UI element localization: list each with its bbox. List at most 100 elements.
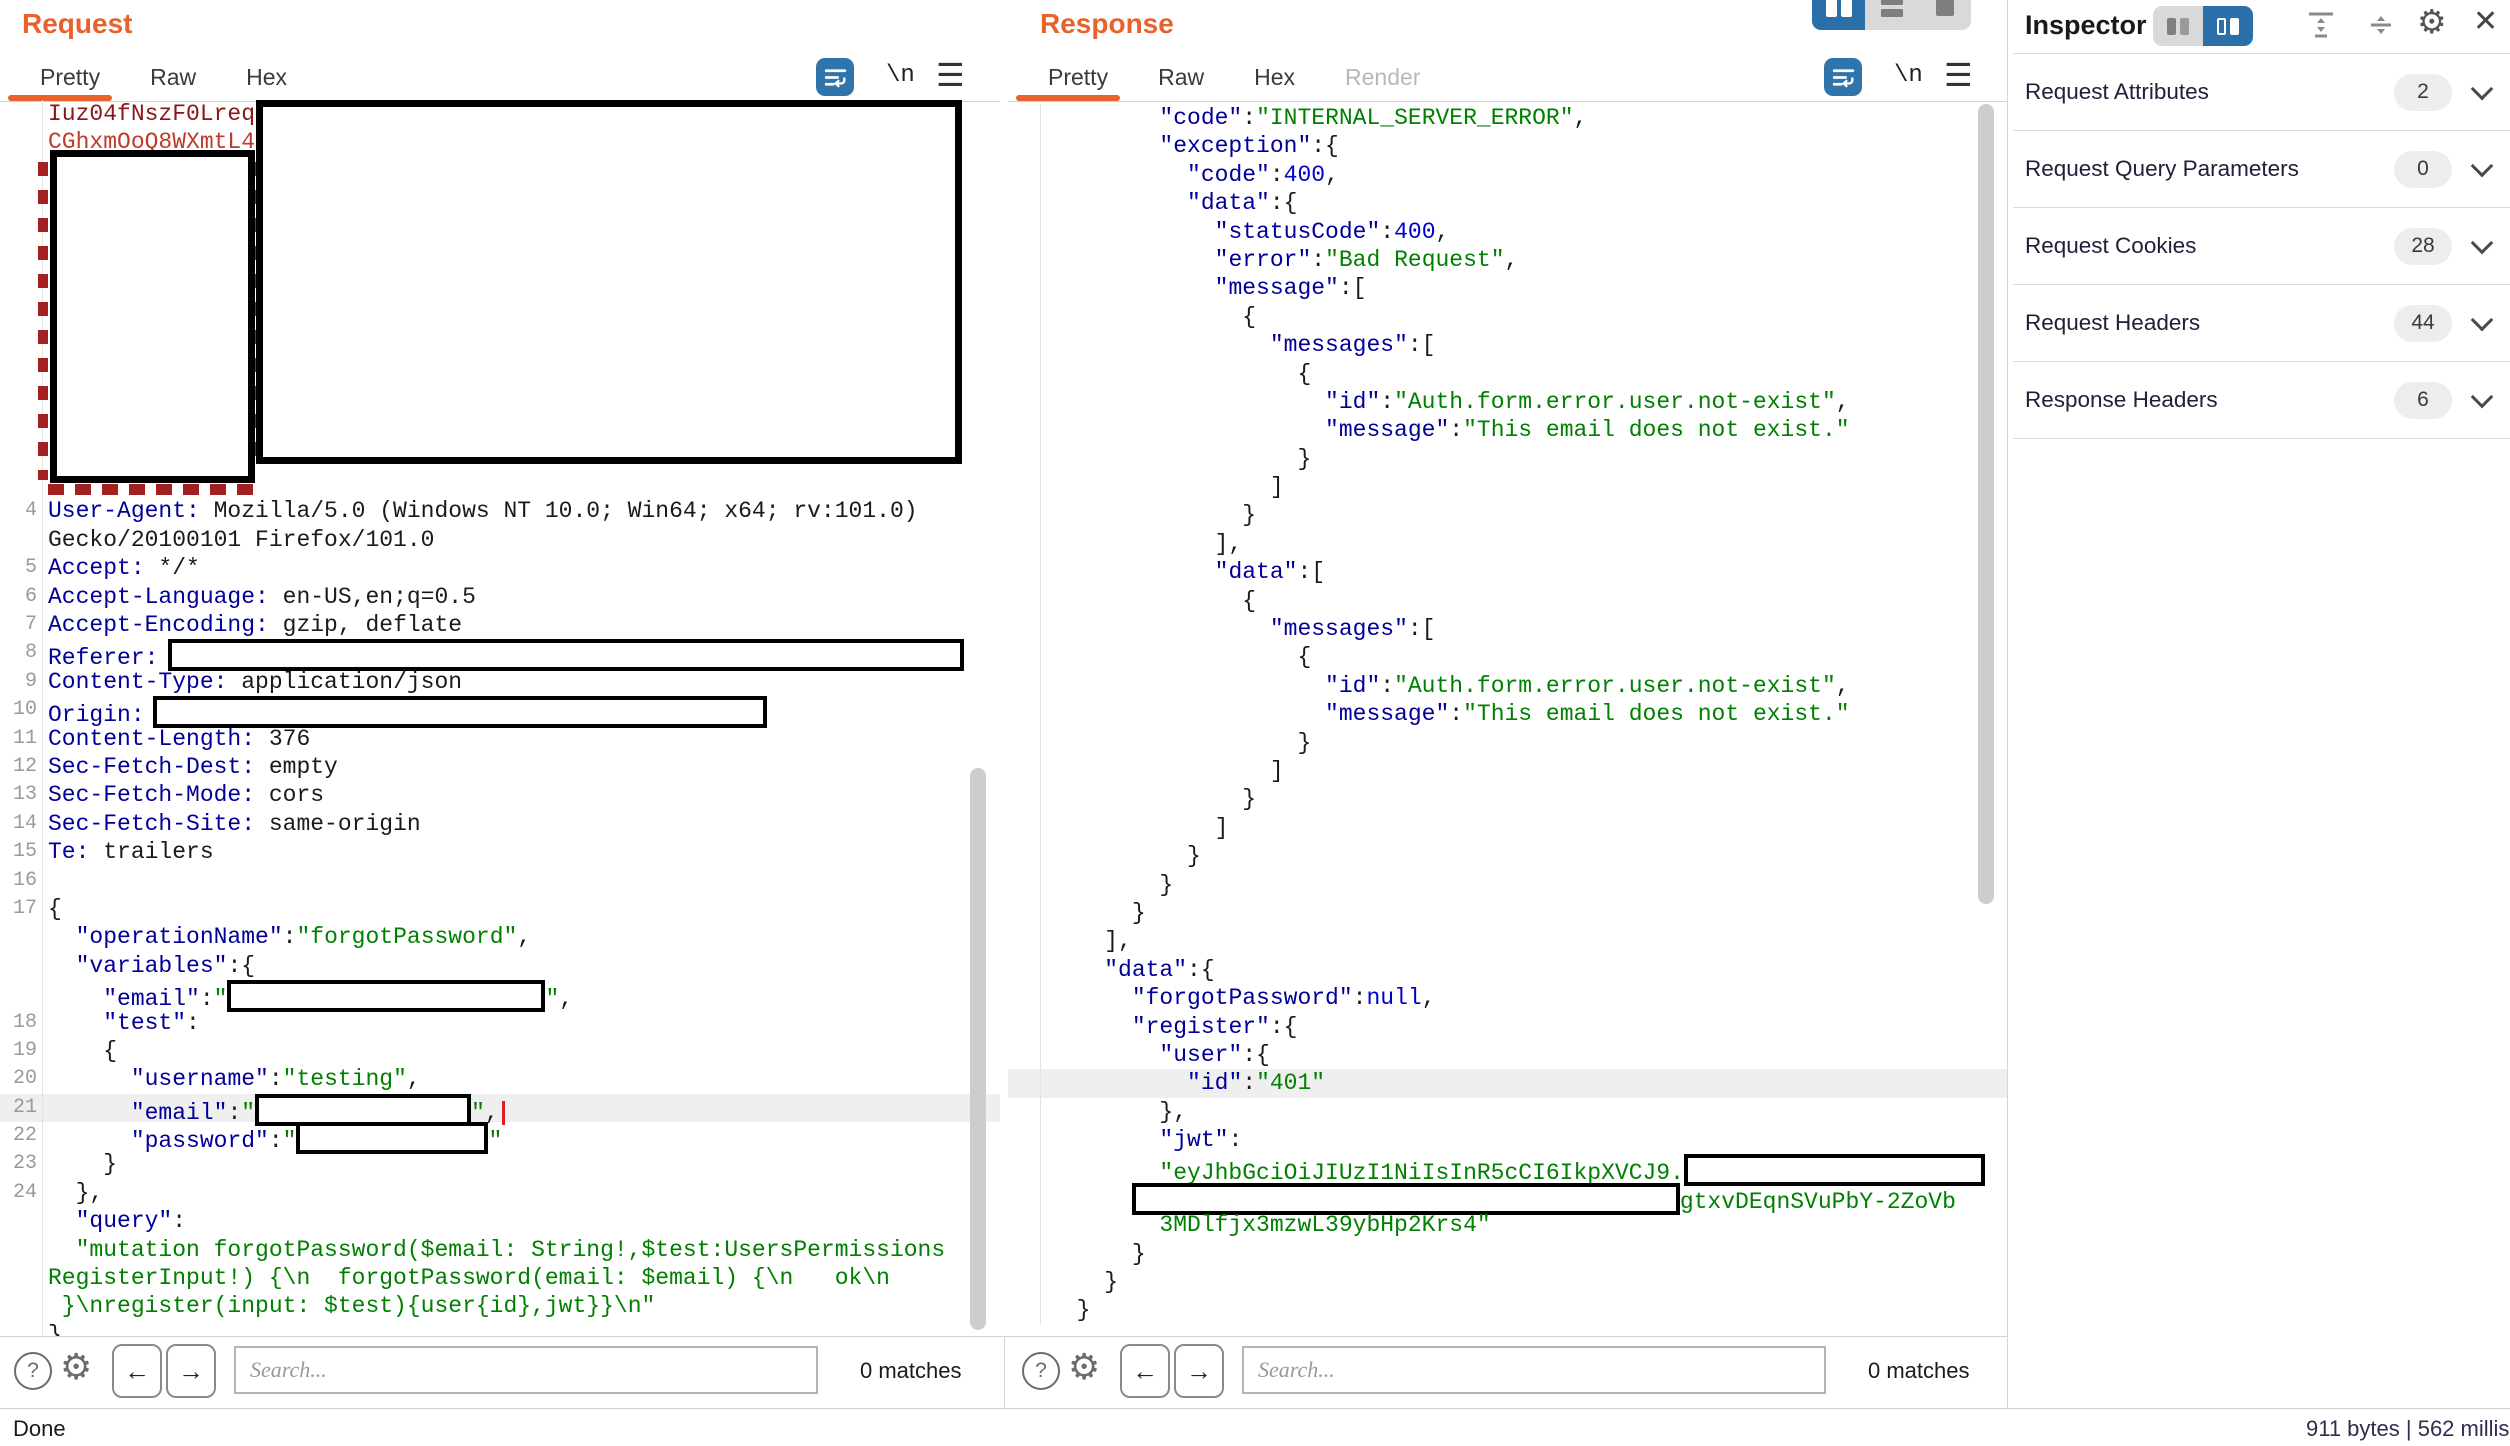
- code-line: 22 "password":"": [0, 1122, 1000, 1150]
- code-line: "code":400,: [1008, 161, 2008, 189]
- next-match-button[interactable]: →: [166, 1344, 216, 1398]
- redacted-text-fragments: [38, 162, 48, 480]
- hamburger-menu-icon[interactable]: ☰: [936, 56, 965, 94]
- pane-divider: [1004, 1336, 1005, 1408]
- help-icon[interactable]: ?: [1022, 1352, 1060, 1390]
- code-token: :{: [1311, 133, 1339, 159]
- code-token: [1049, 616, 1270, 642]
- code-token: :: [1449, 417, 1463, 443]
- hamburger-menu-icon[interactable]: ☰: [1944, 56, 1973, 94]
- gear-icon[interactable]: ⚙: [2417, 2, 2447, 41]
- code-line: 17{: [0, 895, 1000, 923]
- code-line: "forgotPassword":null,: [1008, 984, 2008, 1012]
- response-code-area[interactable]: "code":"INTERNAL_SERVER_ERROR", "excepti…: [1008, 104, 2008, 1332]
- code-token: Accept-Language:: [48, 584, 269, 610]
- line-number: 15: [0, 838, 43, 866]
- code-token: Sec-Fetch-Dest:: [48, 754, 255, 780]
- redaction-box: [153, 696, 767, 728]
- code-line: 5Accept: */*: [0, 554, 1000, 582]
- response-scrollbar[interactable]: [1978, 104, 1994, 904]
- dock-right-icon[interactable]: [2203, 6, 2253, 46]
- code-token: [48, 1010, 103, 1036]
- line-number: [1008, 1098, 1041, 1126]
- help-icon[interactable]: ?: [14, 1352, 52, 1390]
- code-token: ],: [1049, 928, 1132, 954]
- tab-hex[interactable]: Hex: [1254, 64, 1295, 91]
- inspector-section-request-cookies[interactable]: Request Cookies28: [2013, 208, 2510, 285]
- rows-layout-icon[interactable]: [1865, 0, 1918, 30]
- next-match-button[interactable]: →: [1174, 1344, 1224, 1398]
- code-line: }: [1008, 729, 2008, 757]
- previous-match-button[interactable]: ←: [112, 1344, 162, 1398]
- http-message-editor-window: Request PrettyRawHex \n ☰ Iuz04fNszF0Lre…: [0, 0, 2510, 1446]
- code-token: },: [1049, 1099, 1187, 1125]
- line-number: [0, 526, 43, 554]
- code-token: null: [1366, 985, 1421, 1011]
- code-token: [1049, 1070, 1187, 1096]
- word-wrap-icon[interactable]: [816, 58, 854, 96]
- show-newlines-icon[interactable]: \n: [1894, 62, 1923, 89]
- previous-match-button[interactable]: ←: [1120, 1344, 1170, 1398]
- chevron-down-icon[interactable]: [2471, 309, 2494, 332]
- code-line: "variables":{: [0, 952, 1000, 980]
- code-token: }: [1049, 843, 1201, 869]
- code-token: [1049, 985, 1132, 1011]
- word-wrap-icon[interactable]: [1824, 58, 1862, 96]
- code-token: 400: [1394, 219, 1435, 245]
- line-number: [1008, 984, 1041, 1012]
- code-token: 3MDlfjx3mzwL39ybHp2Krs4": [1159, 1212, 1490, 1238]
- tab-hex[interactable]: Hex: [246, 64, 287, 91]
- code-line: "statusCode":400,: [1008, 218, 2008, 246]
- code-token: }: [1049, 502, 1256, 528]
- chevron-down-icon[interactable]: [2471, 232, 2494, 255]
- inspector-sections: Request Attributes2Request Query Paramet…: [2013, 53, 2510, 439]
- dock-left-icon[interactable]: [2153, 6, 2203, 46]
- inspector-section-request-headers[interactable]: Request Headers44: [2013, 285, 2510, 362]
- line-number: [0, 270, 43, 298]
- tab-pretty[interactable]: Pretty: [40, 64, 100, 91]
- chevron-down-icon[interactable]: [2471, 155, 2494, 178]
- columns-layout-icon[interactable]: [1812, 0, 1865, 30]
- tab-render[interactable]: Render: [1345, 64, 1420, 91]
- inspector-section-request-attributes[interactable]: Request Attributes2: [2013, 54, 2510, 131]
- code-token: ,: [1836, 389, 1850, 415]
- line-number: [1008, 1183, 1041, 1211]
- code-token: ,: [407, 1066, 421, 1092]
- line-number: [0, 1207, 43, 1235]
- chevron-down-icon[interactable]: [2471, 78, 2494, 101]
- code-token: "user": [1159, 1042, 1242, 1068]
- code-token: ,: [1436, 219, 1450, 245]
- inspector-section-response-headers[interactable]: Response Headers6: [2013, 362, 2510, 439]
- collapse-all-icon[interactable]: [2365, 10, 2397, 45]
- line-number: [1008, 246, 1041, 274]
- code-line: ]: [1008, 814, 2008, 842]
- code-token: :: [269, 1066, 283, 1092]
- tab-raw[interactable]: Raw: [1158, 64, 1204, 91]
- code-token: ": [214, 986, 228, 1012]
- code-token: */*: [145, 555, 200, 581]
- show-newlines-icon[interactable]: \n: [886, 62, 915, 89]
- code-token: "messages": [1270, 616, 1408, 642]
- request-scrollbar[interactable]: [970, 768, 986, 1330]
- code-line: "data":{: [1008, 189, 2008, 217]
- line-number: 17: [0, 895, 43, 923]
- close-icon[interactable]: ✕: [2473, 4, 2498, 39]
- single-pane-icon[interactable]: [1918, 0, 1971, 30]
- response-panel-title: Response: [1040, 8, 1174, 40]
- code-line: 13Sec-Fetch-Mode: cors: [0, 781, 1000, 809]
- code-token: "messages": [1270, 332, 1408, 358]
- count-badge: 0: [2394, 151, 2452, 188]
- line-number: 24: [0, 1179, 43, 1207]
- search-input[interactable]: [1242, 1346, 1826, 1394]
- tab-raw[interactable]: Raw: [150, 64, 196, 91]
- expand-all-icon[interactable]: [2305, 10, 2337, 45]
- chevron-down-icon[interactable]: [2471, 386, 2494, 409]
- code-line: }: [1008, 871, 2008, 899]
- inspector-section-request-query-parameters[interactable]: Request Query Parameters0: [2013, 131, 2510, 208]
- code-line: "email":"",: [0, 980, 1000, 1008]
- gear-icon[interactable]: ⚙: [1068, 1346, 1100, 1388]
- gear-icon[interactable]: ⚙: [60, 1346, 92, 1388]
- code-line: ],: [1008, 927, 2008, 955]
- search-input[interactable]: [234, 1346, 818, 1394]
- tab-pretty[interactable]: Pretty: [1048, 64, 1108, 91]
